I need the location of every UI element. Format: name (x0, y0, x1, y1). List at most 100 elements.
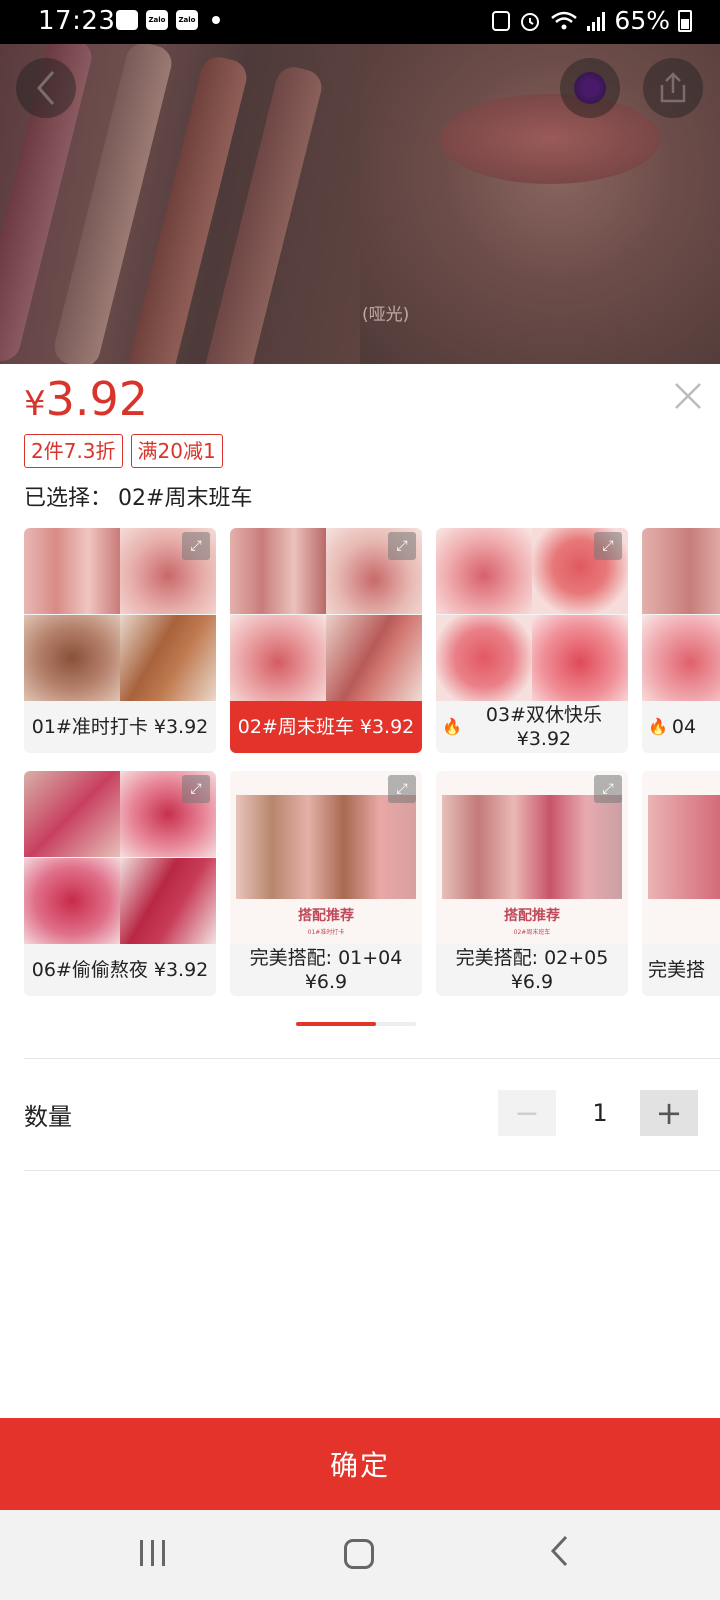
combo-title: 搭配推荐 (504, 908, 560, 924)
selected-value: 02#周末班车 (118, 486, 253, 511)
variant-label: 01#准时打卡 ¥3.92 (31, 716, 209, 738)
chevron-left-icon (37, 71, 55, 105)
variant-label: 03#双休快乐 ¥3.92 (485, 704, 603, 750)
selected-variant: 已选择： 02#周末班车 (24, 480, 252, 512)
divider (24, 1170, 720, 1171)
variant-label: 完美搭 (648, 959, 706, 981)
expand-icon[interactable]: ⤢ (182, 532, 210, 560)
battery-icon (678, 9, 692, 32)
expand-icon[interactable]: ⤢ (594, 532, 622, 560)
share-icon (660, 72, 686, 103)
zalo-icon: Zalo (146, 10, 168, 30)
combo-collage (648, 795, 720, 899)
variant-label: 02#周末班车 ¥3.92 (230, 701, 422, 753)
thumb-quadrant (120, 858, 216, 944)
expand-icon[interactable]: ⤢ (594, 775, 622, 803)
variant-label: 完美搭配: 01+04 ¥6.9 (249, 947, 403, 993)
expand-icon[interactable]: ⤢ (388, 532, 416, 560)
price: ¥3.92 (24, 372, 148, 426)
variant-label-wrap: 🔥 03#双休快乐 ¥3.92 (436, 701, 628, 753)
selected-label: 已选择： (24, 486, 113, 511)
combo-subtitle: 01#准时打卡 (307, 929, 345, 936)
notification-dot-icon (212, 16, 220, 24)
variant-thumbnail (642, 771, 720, 944)
gallery-icon (116, 10, 138, 30)
store-avatar-icon (574, 72, 606, 104)
share-button[interactable] (643, 58, 703, 118)
thumb-quadrant (326, 615, 422, 701)
signal-icon (587, 11, 606, 31)
thumb-quadrant (532, 615, 628, 701)
alarm-icon (521, 12, 540, 31)
variant-option-04[interactable]: 🔥 04 (642, 528, 720, 753)
status-system-icons: 65% (492, 6, 692, 35)
sku-selection-panel: ¥3.92 2件7.3折 满20减1 已选择： 02#周末班车 ⤢ 01#准时打卡… (0, 364, 720, 1418)
close-button[interactable] (668, 378, 708, 418)
thumb-quadrant (24, 615, 120, 701)
thumb-quadrant (436, 528, 532, 614)
system-navigation-bar (0, 1510, 720, 1600)
variant-option-combo-0104[interactable]: 搭配推荐 01#准时打卡 ⤢ 完美搭配: 01+04 ¥6.9 (230, 771, 422, 996)
combo-collage (442, 795, 622, 899)
recent-apps-icon-bar (162, 1540, 165, 1566)
scroll-thumb (296, 1022, 376, 1026)
quantity-decrease-button[interactable]: − (498, 1090, 556, 1136)
product-image[interactable]: (哑光) (0, 44, 720, 364)
zalo-icon: Zalo (176, 10, 198, 30)
variant-label: 04 (671, 716, 697, 738)
lips-shape (440, 94, 660, 184)
recent-apps-button[interactable] (140, 1540, 165, 1566)
thumb-quadrant (24, 528, 120, 614)
variant-scroll-indicator (296, 1022, 416, 1026)
home-button[interactable] (344, 1539, 374, 1569)
promo-tag: 满20减1 (130, 434, 223, 468)
thumb-quadrant (436, 615, 532, 701)
status-bar: 17:23 Zalo Zalo 65% (0, 0, 720, 44)
hero-caption: (哑光) (362, 305, 410, 325)
battery-percent: 65% (614, 6, 670, 35)
quantity-increase-button[interactable]: + (640, 1090, 698, 1136)
divider (24, 1058, 720, 1059)
quantity-label: 数量 (24, 1103, 72, 1131)
thumb-quadrant (230, 528, 326, 614)
combo-title: 搭配推荐 (298, 908, 354, 924)
variant-option-02[interactable]: ⤢ 02#周末班车 ¥3.92 (230, 528, 422, 753)
wifi-icon (551, 11, 578, 29)
back-nav-button[interactable] (548, 1534, 572, 1577)
close-icon (675, 383, 701, 409)
variant-label: 完美搭配: 02+05 ¥6.9 (455, 947, 609, 993)
variant-option-06[interactable]: ⤢ 06#偷偷熬夜 ¥3.92 (24, 771, 216, 996)
variant-option-03[interactable]: ⤢ 🔥 03#双休快乐 ¥3.92 (436, 528, 628, 753)
store-avatar-button[interactable] (560, 58, 620, 118)
battery-saver-icon (492, 10, 511, 31)
expand-icon[interactable]: ⤢ (388, 775, 416, 803)
variant-grid[interactable]: ⤢ 01#准时打卡 ¥3.92 ⤢ 02#周末班车 ¥3.92 ⤢ 🔥 03#双休… (24, 528, 720, 1008)
status-time: 17:23 (38, 6, 116, 36)
hot-fire-icon: 🔥 (648, 717, 668, 736)
variant-label-wrap: 🔥 04 (642, 701, 720, 753)
variant-option-combo-0205[interactable]: 搭配推荐 02#周末班车 ⤢ 完美搭配: 02+05 ¥6.9 (436, 771, 628, 996)
thumb-quadrant (230, 615, 326, 701)
recent-apps-icon (140, 1540, 143, 1566)
combo-collage (236, 795, 416, 899)
promo-tag: 2件7.3折 (24, 434, 123, 468)
expand-icon[interactable]: ⤢ (182, 775, 210, 803)
variant-option-01[interactable]: ⤢ 01#准时打卡 ¥3.92 (24, 528, 216, 753)
status-notification-icons: Zalo Zalo (116, 10, 220, 30)
variant-thumbnail (642, 528, 720, 701)
thumb-quadrant (24, 858, 120, 944)
quantity-value[interactable]: 1 (570, 1090, 630, 1136)
confirm-button[interactable]: 确定 (0, 1418, 720, 1510)
hot-fire-icon: 🔥 (442, 717, 462, 736)
thumb-quadrant (642, 528, 720, 614)
combo-subtitle: 02#周末班车 (513, 929, 551, 936)
back-button[interactable] (16, 58, 76, 118)
chevron-left-icon (550, 1535, 568, 1567)
thumb-quadrant (642, 615, 720, 701)
variant-option-combo-partial[interactable]: 完美搭 (642, 771, 720, 996)
recent-apps-icon-bar (151, 1540, 154, 1566)
variant-label: 06#偷偷熬夜 ¥3.92 (31, 959, 209, 981)
promo-tags: 2件7.3折 满20减1 (24, 434, 223, 468)
thumb-quadrant (24, 771, 120, 857)
price-value: 3.92 (45, 372, 149, 426)
